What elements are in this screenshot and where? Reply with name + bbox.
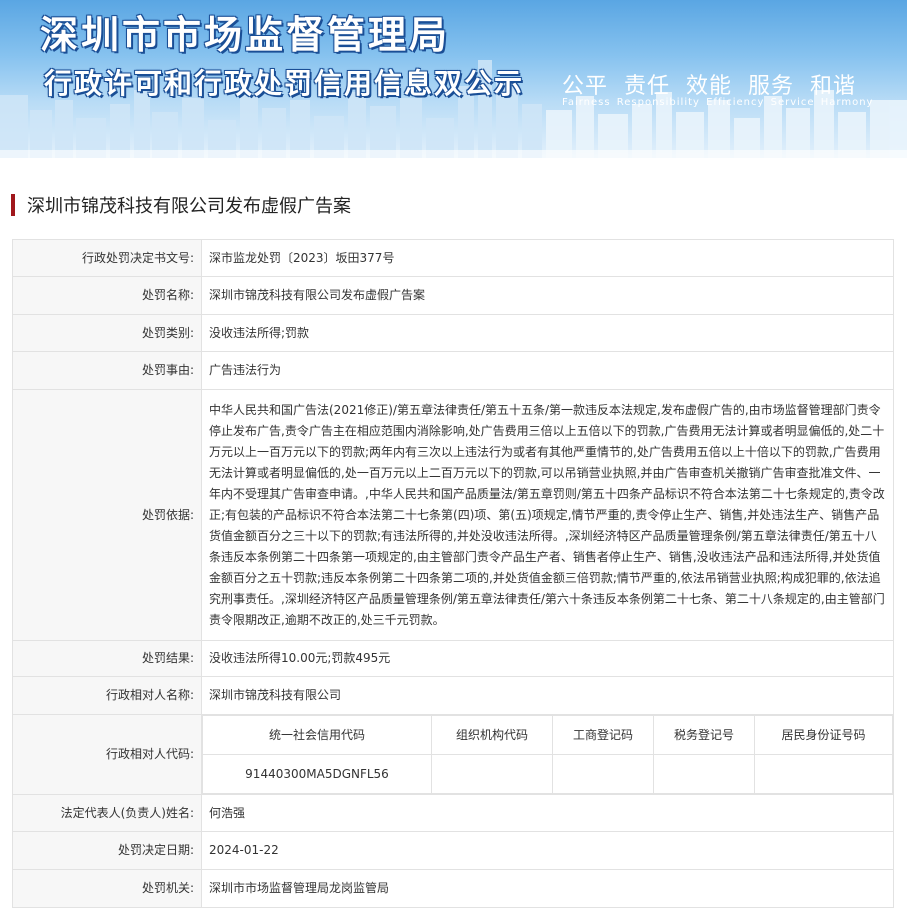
code-header-business: 工商登记码 (552, 715, 654, 755)
banner-subtitle: 行政许可和行政处罚信用信息双公示 (44, 67, 525, 100)
code-header-tax: 税务登记号 (653, 715, 755, 755)
code-header-org: 组织机构代码 (431, 715, 553, 755)
decision-date-label: 处罚决定日期: (12, 831, 202, 870)
penalty-result-label: 处罚结果: (12, 640, 202, 677)
table-row: 处罚事由: 广告违法行为 (12, 351, 894, 390)
table-row: 处罚机关: 深圳市市场监督管理局龙岗监管局 (12, 869, 894, 908)
penalty-name-value: 深圳市锦茂科技有限公司发布虚假广告案 (201, 276, 894, 315)
table-row: 行政相对人代码: 统一社会信用代码 组织机构代码 工商登记码 税务登记号 居民身… (12, 714, 894, 795)
case-title: 深圳市锦茂科技有限公司发布虚假广告案 (27, 196, 351, 217)
table-row: 处罚决定日期: 2024-01-22 (12, 831, 894, 870)
code-header-id: 居民身份证号码 (754, 715, 893, 755)
banner-title: 深圳市市场监督管理局 (40, 13, 451, 57)
party-code-cell: 统一社会信用代码 组织机构代码 工商登记码 税务登记号 居民身份证号码 9144… (201, 714, 894, 795)
table-row: 处罚名称: 深圳市锦茂科技有限公司发布虚假广告案 (12, 276, 894, 315)
authority-label: 处罚机关: (12, 869, 202, 908)
penalty-type-value: 没收违法所得;罚款 (201, 314, 894, 352)
penalty-reason-value: 广告违法行为 (201, 351, 894, 390)
code-value-business (552, 754, 654, 794)
code-value-tax (653, 754, 755, 794)
penalty-basis-label: 处罚依据: (12, 389, 202, 641)
code-header-credit: 统一社会信用代码 (202, 715, 432, 755)
party-code-table: 统一社会信用代码 组织机构代码 工商登记码 税务登记号 居民身份证号码 9144… (202, 715, 893, 794)
table-row: 行政相对人名称: 深圳市锦茂科技有限公司 (12, 676, 894, 715)
table-row: 处罚类别: 没收违法所得;罚款 (12, 314, 894, 352)
party-name-label: 行政相对人名称: (12, 676, 202, 715)
legal-rep-label: 法定代表人(负责人)姓名: (12, 794, 202, 832)
penalty-reason-label: 处罚事由: (12, 351, 202, 390)
code-value-id (754, 754, 893, 794)
header-banner: 深圳市市场监督管理局 行政许可和行政处罚信用信息双公示 公平 责任 效能 服务 … (0, 0, 907, 158)
banner-slogan-english: Fairness Responsibility Efficiency Servi… (562, 97, 874, 108)
table-row: 处罚结果: 没收违法所得10.00元;罚款495元 (12, 640, 894, 677)
authority-value: 深圳市市场监督管理局龙岗监管局 (201, 869, 894, 908)
table-row: 处罚依据: 中华人民共和国广告法(2021修正)/第五章法律责任/第五十五条/第… (12, 389, 894, 641)
decision-date-value: 2024-01-22 (201, 831, 894, 870)
penalty-basis-value: 中华人民共和国广告法(2021修正)/第五章法律责任/第五十五条/第一款违反本法… (201, 389, 894, 641)
code-value-org (431, 754, 553, 794)
table-row: 行政处罚决定书文号: 深市监龙处罚〔2023〕坂田377号 (12, 239, 894, 277)
title-accent-bar (11, 194, 15, 216)
decision-no-label: 行政处罚决定书文号: (12, 239, 202, 277)
penalty-result-value: 没收违法所得10.00元;罚款495元 (201, 640, 894, 677)
penalty-info-table: 行政处罚决定书文号: 深市监龙处罚〔2023〕坂田377号 处罚名称: 深圳市锦… (12, 239, 894, 908)
case-title-block: 深圳市锦茂科技有限公司发布虚假广告案 (11, 191, 907, 219)
banner-slogan: 公平 责任 效能 服务 和谐 (562, 74, 856, 99)
code-value-credit: 91440300MA5DGNFL56 (202, 754, 432, 794)
decision-no-value: 深市监龙处罚〔2023〕坂田377号 (201, 239, 894, 277)
party-code-label: 行政相对人代码: (12, 714, 202, 795)
party-name-value: 深圳市锦茂科技有限公司 (201, 676, 894, 715)
legal-rep-value: 何浩强 (201, 794, 894, 832)
table-row: 法定代表人(负责人)姓名: 何浩强 (12, 794, 894, 832)
penalty-name-label: 处罚名称: (12, 276, 202, 315)
penalty-type-label: 处罚类别: (12, 314, 202, 352)
